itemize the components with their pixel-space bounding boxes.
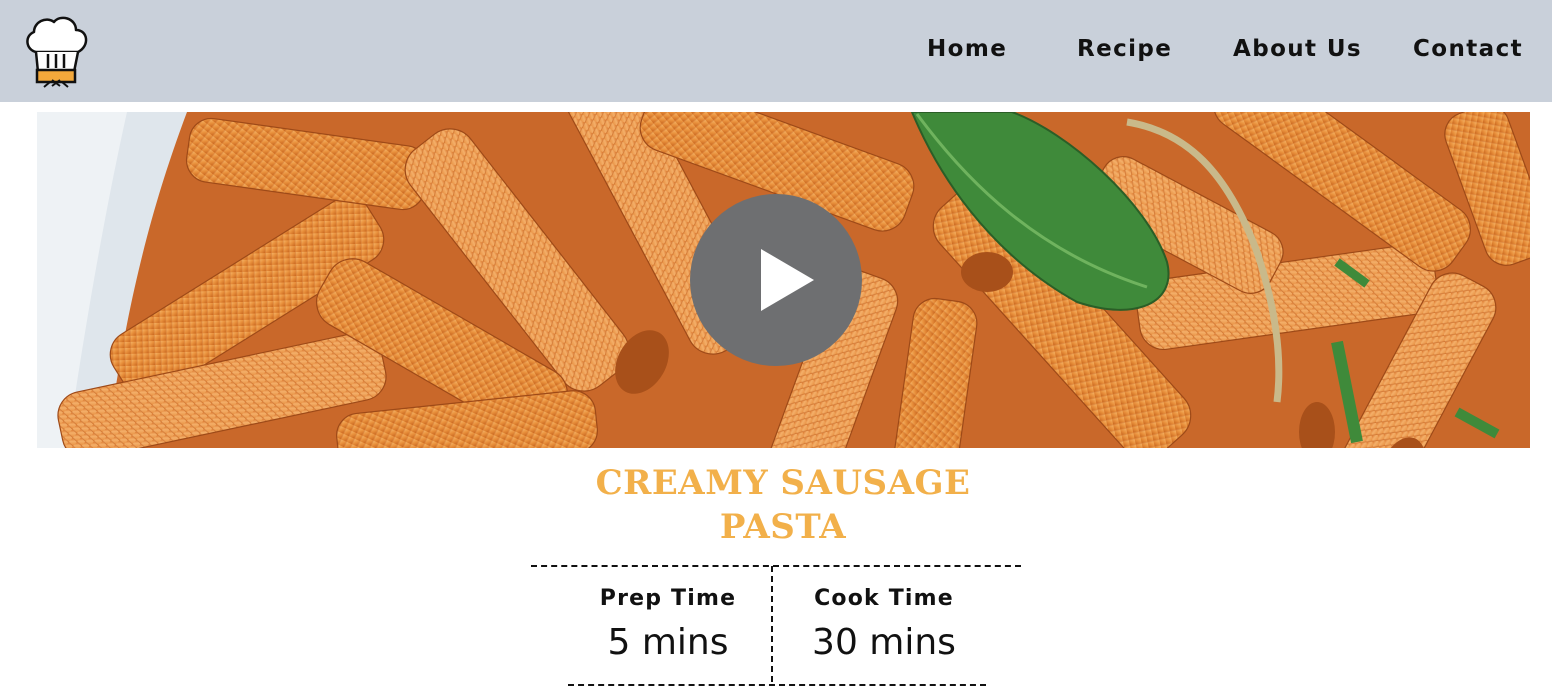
hero-video[interactable]: [37, 112, 1530, 448]
play-button[interactable]: [690, 194, 862, 366]
divider-vertical: [771, 566, 773, 682]
nav-recipe-link[interactable]: Recipe: [1077, 36, 1172, 62]
nav-home-link[interactable]: Home: [927, 36, 1007, 62]
cook-time-label: Cook Time: [814, 586, 954, 611]
divider-bottom: [568, 684, 986, 686]
recipe-title-line2: PASTA: [719, 507, 847, 547]
header-bar: Home Recipe About Us Contact: [0, 0, 1552, 102]
recipe-title-line1: CREAMY SAUSAGE: [595, 463, 971, 503]
play-icon: [761, 249, 814, 311]
nav-about-us-link[interactable]: About Us: [1233, 36, 1362, 62]
nav-contact-link[interactable]: Contact: [1413, 36, 1523, 62]
prep-time-label: Prep Time: [599, 586, 737, 611]
prep-time-value: 5 mins: [607, 622, 729, 663]
chef-hat-icon[interactable]: [22, 14, 90, 88]
divider-top: [531, 565, 1021, 567]
cook-time-value: 30 mins: [812, 622, 956, 663]
recipe-title: CREAMY SAUSAGE PASTA: [576, 461, 990, 549]
